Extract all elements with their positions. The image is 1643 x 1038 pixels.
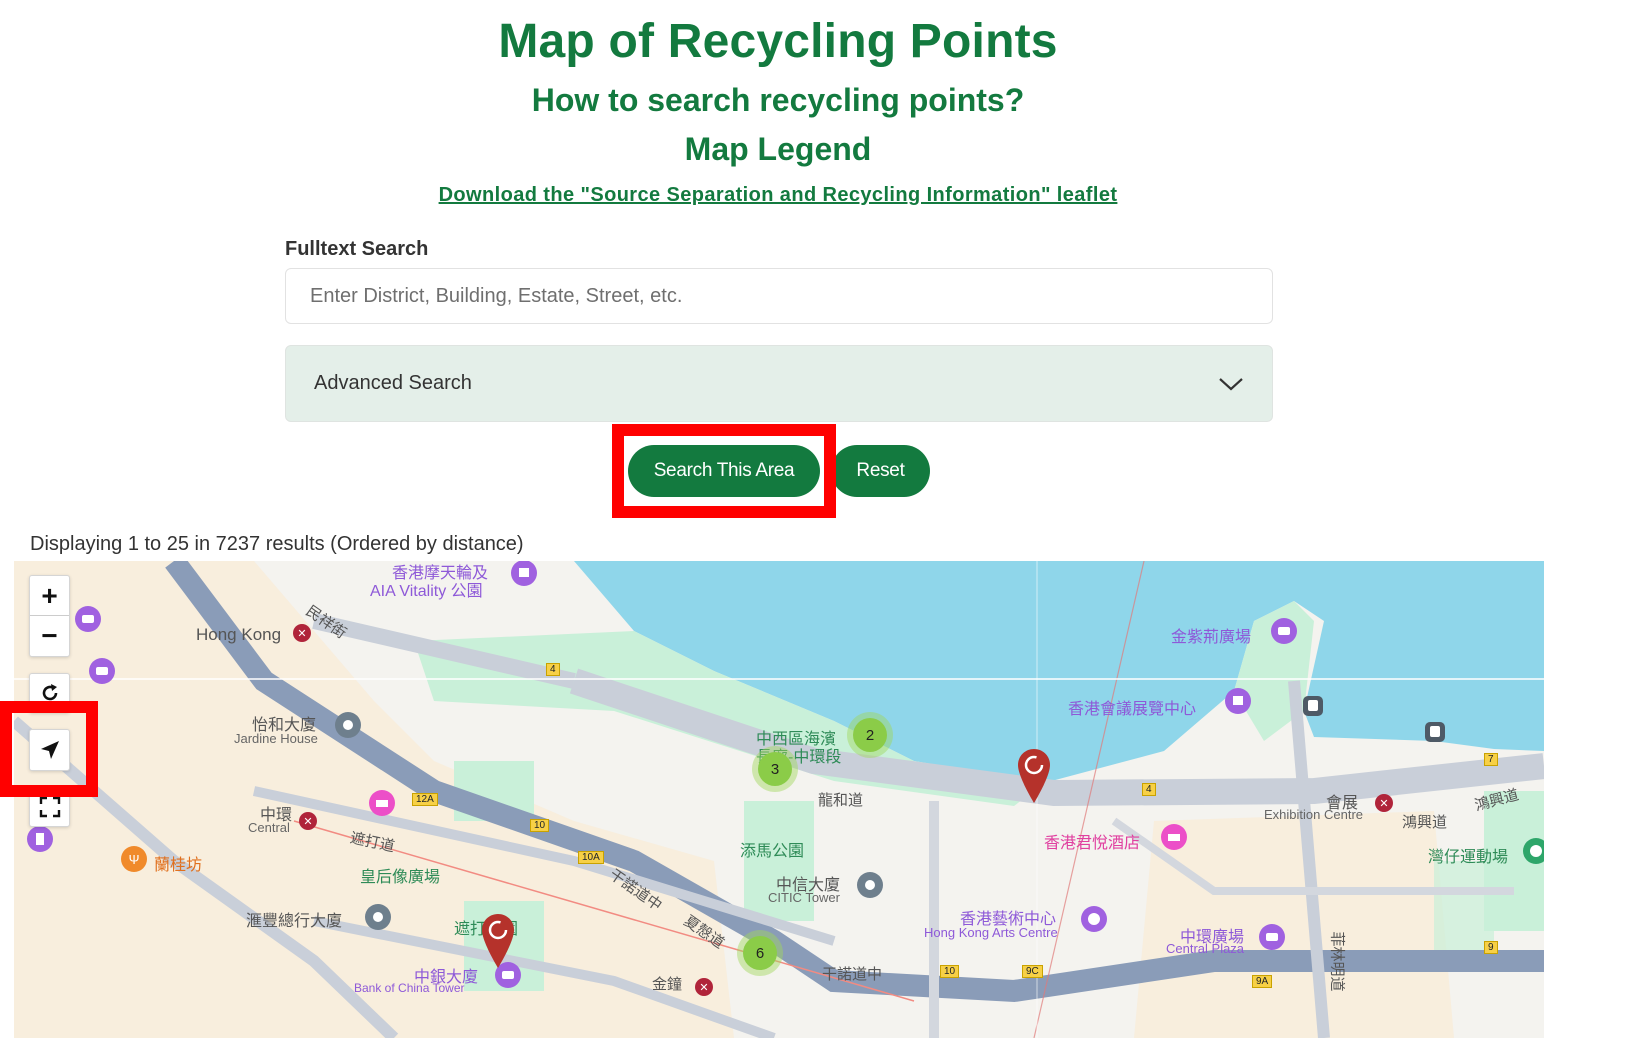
map-label: 皇后像廣場 — [360, 869, 441, 886]
hotel-icon — [1161, 824, 1187, 850]
map-label: 鴻興道 — [1402, 814, 1448, 831]
reset-button[interactable]: Reset — [831, 445, 930, 497]
map-label: 蘭桂坊 — [154, 857, 203, 874]
map-label: CITIC Tower — [768, 890, 840, 905]
recycling-cluster[interactable]: 6 — [737, 930, 783, 976]
advanced-search-accordion[interactable]: Advanced Search — [285, 345, 1273, 422]
route-shield: 10 — [940, 965, 960, 978]
cluster-count: 6 — [743, 936, 777, 970]
map-legend-link[interactable]: Map Legend — [0, 131, 1556, 168]
fullscreen-button[interactable] — [29, 787, 70, 827]
route-shield: 4 — [546, 663, 560, 676]
building-icon — [365, 904, 391, 930]
mtr-station-icon: ✕ — [293, 624, 311, 642]
fullscreen-icon — [39, 796, 60, 818]
zoom-out-button[interactable]: − — [30, 616, 69, 656]
svg-text:✕: ✕ — [699, 982, 708, 994]
cluster-count: 2 — [853, 718, 887, 752]
attraction-icon — [27, 826, 53, 852]
hotel-icon — [369, 790, 395, 816]
svg-text:✕: ✕ — [303, 816, 312, 828]
zoom-in-button[interactable]: + — [30, 576, 69, 617]
route-shield: 10A — [578, 851, 604, 864]
route-shield: 4 — [1142, 783, 1156, 796]
route-shield: 9 — [1484, 941, 1498, 954]
route-shield: 9A — [1252, 975, 1273, 988]
zoom-control: + − — [29, 575, 70, 657]
map-label: Hong Kong — [196, 625, 282, 644]
mtr-station-icon: ✕ — [1375, 794, 1393, 812]
map-label: Exhibition Centre — [1264, 807, 1363, 822]
map-label: 香港會議展覽中心 — [1068, 701, 1197, 718]
mtr-station-icon: ✕ — [695, 978, 713, 996]
advanced-search-label: Advanced Search — [314, 372, 472, 394]
map-label: 龍和道 — [818, 792, 864, 809]
how-to-search-link[interactable]: How to search recycling points? — [0, 82, 1556, 119]
building-icon — [335, 712, 361, 738]
map-label: 金紫荊廣場 — [1171, 629, 1252, 646]
restaurant-icon: Ψ — [121, 846, 147, 872]
ferry-icon — [1425, 722, 1445, 742]
attraction-icon — [1225, 688, 1251, 714]
map-label: 金鐘 — [652, 976, 683, 993]
map-label: 菲林明道 — [1328, 931, 1346, 992]
attraction-icon — [511, 561, 537, 586]
arts-icon — [1081, 906, 1107, 932]
camera-icon — [1271, 618, 1297, 644]
map-label: 香港君悅酒店 — [1044, 835, 1141, 852]
chevron-down-icon — [1219, 377, 1243, 390]
route-shield: 7 — [1484, 753, 1498, 766]
fulltext-search-input[interactable] — [285, 268, 1273, 324]
map-label: Bank of China Tower — [354, 981, 465, 995]
download-leaflet-link[interactable]: Download the "Source Separation and Recy… — [0, 184, 1556, 207]
map-label: 添馬公園 — [740, 843, 805, 860]
svg-text:✕: ✕ — [297, 628, 306, 640]
map-label: Central Plaza — [1166, 941, 1245, 956]
camera-icon — [75, 606, 101, 632]
locate-me-button[interactable] — [29, 729, 70, 771]
fulltext-search-label: Fulltext Search — [285, 238, 429, 260]
map-label: AIA Vitality 公園 — [370, 583, 483, 600]
route-shield: 10 — [530, 819, 550, 832]
route-shield: 9C — [1022, 965, 1043, 978]
recycling-point-pin[interactable] — [1017, 748, 1051, 804]
building-icon — [857, 872, 883, 898]
search-this-area-button[interactable]: Search This Area — [628, 445, 820, 497]
svg-text:✕: ✕ — [1379, 798, 1388, 810]
camera-icon — [89, 658, 115, 684]
camera-icon — [1259, 924, 1285, 950]
map-view[interactable]: 香港摩天輪及 AIA Vitality 公園 Hong Kong 民祥街 怡和大… — [14, 561, 1544, 1038]
ferry-icon — [1303, 696, 1323, 716]
cluster-count: 3 — [758, 752, 792, 786]
rotate-icon — [42, 684, 57, 701]
map-label: Jardine House — [234, 731, 318, 746]
map-label: Central — [248, 820, 290, 835]
navigation-arrow-icon — [40, 741, 59, 759]
recycling-cluster[interactable]: 3 — [752, 746, 798, 792]
stadium-icon — [1523, 838, 1544, 864]
map-label: Hong Kong Arts Centre — [924, 925, 1058, 940]
results-summary: Displaying 1 to 25 in 7237 results (Orde… — [30, 533, 524, 555]
map-label: 灣仔運動場 — [1428, 849, 1509, 866]
map-label: 滙豐總行大廈 — [246, 913, 343, 930]
map-label: 干諾道中 — [822, 966, 883, 983]
route-shield: 12A — [412, 793, 438, 806]
svg-text:Ψ: Ψ — [129, 852, 140, 867]
recycling-point-pin[interactable] — [481, 913, 515, 969]
recycling-cluster[interactable]: 2 — [847, 712, 893, 758]
mtr-station-icon: ✕ — [299, 812, 317, 830]
reset-rotation-button[interactable] — [29, 673, 70, 713]
page-title: Map of Recycling Points — [498, 15, 1058, 68]
